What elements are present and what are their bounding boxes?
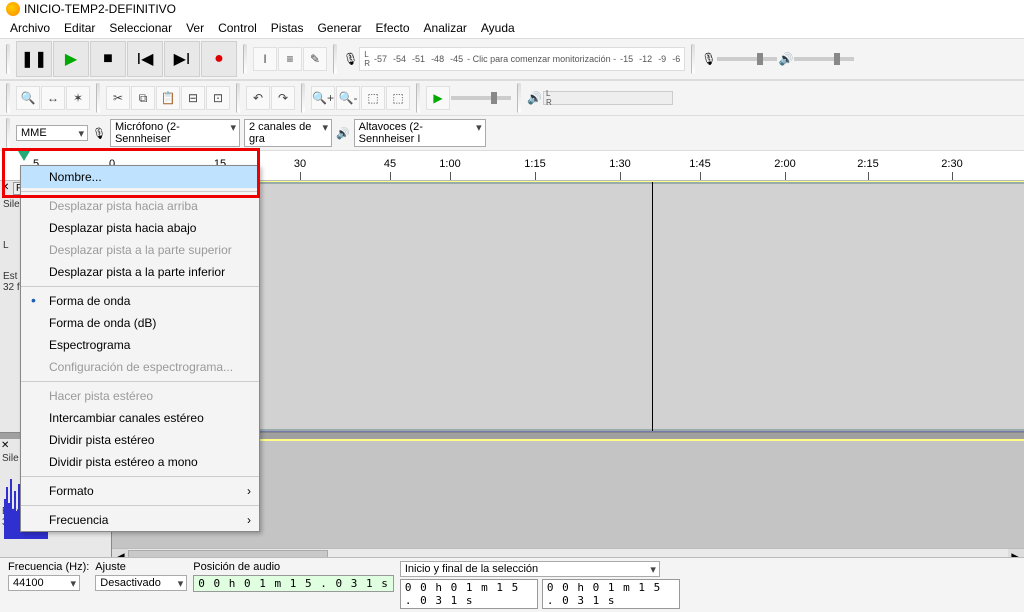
record-button[interactable]: ● (201, 41, 237, 77)
track-close-icon[interactable]: ✕ (1, 440, 9, 451)
menu-item[interactable]: Frecuencia (21, 509, 259, 531)
silence-button[interactable]: ⊡ (206, 86, 230, 110)
grip[interactable] (517, 83, 521, 113)
edit-toolbar: 🔍 ↔ ✶ ✂ ⧉ 📋 ⊟ ⊡ ↶ ↷ 🔍+ 🔍- ⬚ ⬚ ▶ 🔊 LR (0, 80, 1024, 116)
draw-tool[interactable]: ✎ (303, 47, 327, 71)
zoom-out-button[interactable]: 🔍- (336, 86, 360, 110)
menu-generar[interactable]: Generar (311, 19, 367, 37)
meter-hint[interactable]: - Clic para comenzar monitorización - (467, 54, 616, 64)
menu-analizar[interactable]: Analizar (418, 19, 473, 37)
grip[interactable] (96, 83, 100, 113)
grip[interactable] (6, 118, 10, 148)
grip[interactable] (416, 83, 420, 113)
zoom-in-button[interactable]: 🔍+ (311, 86, 335, 110)
menu-seleccionar[interactable]: Seleccionar (103, 19, 178, 37)
grip[interactable] (6, 44, 10, 74)
mic-icon: 🎙 (92, 127, 106, 140)
menu-item[interactable]: Espectrograma (21, 334, 259, 356)
menu-control[interactable]: Control (212, 19, 263, 37)
grip[interactable] (333, 44, 337, 74)
grip[interactable] (6, 83, 10, 113)
menu-item: Desplazar pista hacia arriba (21, 195, 259, 217)
menu-item[interactable]: Desplazar pista a la parte inferior (21, 261, 259, 283)
record-meter[interactable]: LR -57-54-51-48-45 - Clic para comenzar … (359, 47, 685, 71)
pause-button[interactable]: ❚❚ (16, 41, 52, 77)
play-at-speed-button[interactable]: ▶ (426, 86, 450, 110)
device-toolbar: MME 🎙 Micrófono (2- Sennheiser 2 canales… (0, 116, 1024, 151)
play-button[interactable]: ▶ (53, 41, 89, 77)
grip[interactable] (243, 44, 247, 74)
zoom-fit-button[interactable]: ⬚ (386, 86, 410, 110)
copy-button[interactable]: ⧉ (131, 86, 155, 110)
record-volume-slider[interactable] (717, 57, 777, 61)
menu-pistas[interactable]: Pistas (265, 19, 310, 37)
audio-host-select[interactable]: MME (16, 125, 88, 141)
grip[interactable] (691, 44, 695, 74)
undo-button[interactable]: ↶ (246, 86, 270, 110)
envelope-tool[interactable]: ≡ (278, 47, 302, 71)
skip-end-button[interactable]: ▶I (164, 41, 200, 77)
stop-button[interactable]: ■ (90, 41, 126, 77)
zoom-tool[interactable]: 🔍 (16, 86, 40, 110)
menu-efecto[interactable]: Efecto (370, 19, 416, 37)
menu-item[interactable]: Intercambiar canales estéreo (21, 407, 259, 429)
play-speed-slider[interactable] (451, 96, 511, 100)
play-cursor (652, 182, 653, 431)
input-device-select[interactable]: Micrófono (2- Sennheiser (110, 119, 240, 147)
selection-tool[interactable]: I (253, 47, 277, 71)
mic-icon: 🎙 (343, 52, 358, 66)
multi-tool[interactable]: ✶ (66, 86, 90, 110)
trim-button[interactable]: ⊟ (181, 86, 205, 110)
menu-item: Desplazar pista a la parte superior (21, 239, 259, 261)
selection-end[interactable]: 0 0 h 0 1 m 1 5 . 0 3 1 s (542, 579, 680, 609)
menu-item[interactable]: Dividir pista estéreo (21, 429, 259, 451)
speaker-icon: 🔊 (336, 127, 350, 140)
menu-ayuda[interactable]: Ayuda (475, 19, 521, 37)
menu-item: Hacer pista estéreo (21, 385, 259, 407)
menu-item[interactable]: Desplazar pista hacia abajo (21, 217, 259, 239)
menu-item[interactable]: Nombre... (21, 166, 259, 188)
menu-bar: Archivo Editar Seleccionar Ver Control P… (0, 18, 1024, 38)
grip[interactable] (301, 83, 305, 113)
play-meter[interactable]: LR (543, 91, 673, 105)
mic-icon: 🎙 (701, 52, 716, 66)
menu-archivo[interactable]: Archivo (4, 19, 56, 37)
freq-label: Frecuencia (Hz): (8, 561, 89, 573)
snap-select[interactable]: Desactivado (95, 575, 187, 591)
cut-button[interactable]: ✂ (106, 86, 130, 110)
window-title: INICIO-TEMP2-DEFINITIVO (24, 2, 176, 16)
snap-label: Ajuste (95, 561, 187, 573)
paste-button[interactable]: 📋 (156, 86, 180, 110)
menu-item[interactable]: Dividir pista estéreo a mono (21, 451, 259, 473)
menu-item[interactable]: Formato (21, 480, 259, 502)
track-context-menu: Nombre...Desplazar pista hacia arribaDes… (20, 165, 260, 532)
channels-select[interactable]: 2 canales de gra (244, 119, 332, 147)
menu-item: Configuración de espectrograma... (21, 356, 259, 378)
title-bar: INICIO-TEMP2-DEFINITIVO (0, 0, 1024, 18)
app-logo-icon (6, 2, 20, 16)
transport-toolbar: ❚❚ ▶ ■ I◀ ▶I ● I ≡ ✎ 🎙 LR -57-54-51-48-4… (0, 38, 1024, 80)
pos-label: Posición de audio (193, 561, 394, 573)
selection-start[interactable]: 0 0 h 0 1 m 1 5 . 0 3 1 s (400, 579, 538, 609)
grip[interactable] (236, 83, 240, 113)
freq-select[interactable]: 44100 (8, 575, 80, 591)
zoom-fit-sel-button[interactable]: ⬚ (361, 86, 385, 110)
menu-ver[interactable]: Ver (180, 19, 210, 37)
skip-start-button[interactable]: I◀ (127, 41, 163, 77)
speaker-icon: 🔊 (778, 52, 793, 66)
timeshift-tool[interactable]: ↔ (41, 86, 65, 110)
selection-mode-select[interactable]: Inicio y final de la selección (400, 561, 660, 577)
menu-item[interactable]: Forma de onda (dB) (21, 312, 259, 334)
output-device-select[interactable]: Altavoces (2- Sennheiser I (354, 119, 486, 147)
track-close-icon[interactable]: ✕ (1, 182, 9, 193)
redo-button[interactable]: ↷ (271, 86, 295, 110)
playhead-marker-icon[interactable] (18, 151, 30, 161)
menu-item[interactable]: Forma de onda (21, 290, 259, 312)
audio-position[interactable]: 0 0 h 0 1 m 1 5 . 0 3 1 s (193, 575, 394, 592)
status-bar: Frecuencia (Hz): 44100 Ajuste Desactivad… (0, 557, 1024, 612)
menu-editar[interactable]: Editar (58, 19, 101, 37)
speaker-icon: 🔊 (527, 91, 542, 105)
play-volume-slider[interactable] (794, 57, 854, 61)
